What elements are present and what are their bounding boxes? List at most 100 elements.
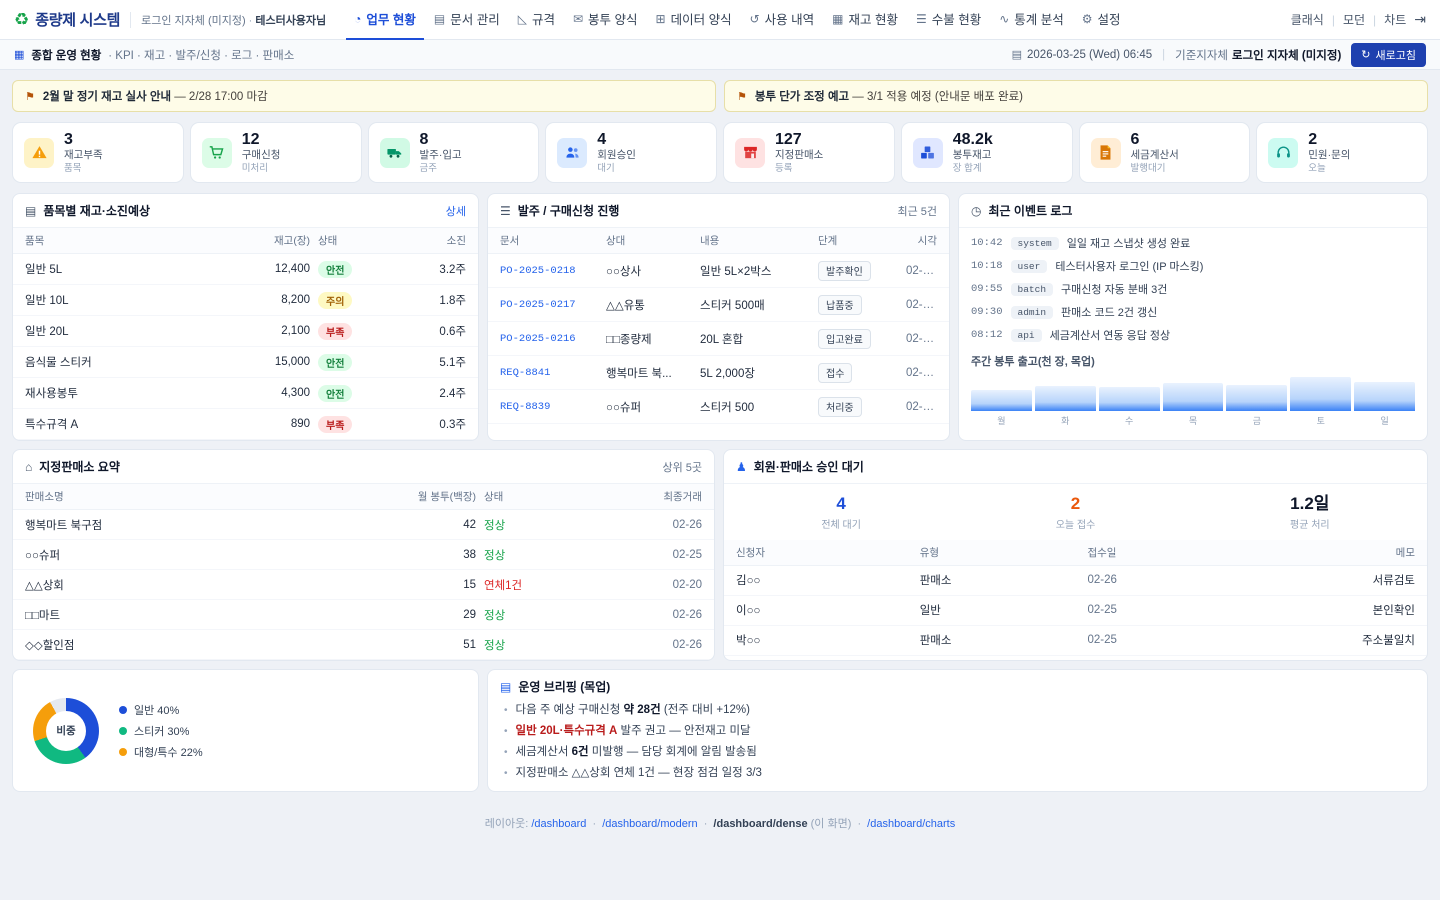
top-navigation-bar: ♻ 종량제 시스템 로그인 지자체 (미지정)·테스터사용자님 ◔ 업무 현황 … <box>0 0 1440 40</box>
nav-item-statistics[interactable]: ∿ 통계 분석 <box>991 0 1072 40</box>
members-icon: ♟ <box>736 460 747 474</box>
nav-label: 업무 현황 <box>366 9 415 28</box>
item-qty: 12,400 <box>230 263 310 275</box>
kpi-card-purchase-requests: 12 구매신청 미처리 <box>190 122 362 183</box>
item-name: 특수규격 A <box>25 416 222 432</box>
kpi-card-designated-sellers: 127 지정판매소 등록 <box>723 122 895 183</box>
footer-link-modern[interactable]: /dashboard/modern <box>602 818 697 830</box>
panel-title: 품목별 재고·소진예상 <box>43 202 150 219</box>
order-desc: 스티커 500매 <box>700 297 810 313</box>
kpi-card-tax-invoices: 6 세금계산서 발행대기 <box>1079 122 1251 183</box>
document-link[interactable]: REQ-8839 <box>500 401 550 413</box>
applicant-date: 02-26 <box>1087 574 1247 586</box>
footer-link-dashboard[interactable]: /dashboard <box>531 818 586 830</box>
clock-icon: ◷ <box>971 204 981 218</box>
item-qty: 8,200 <box>230 294 310 306</box>
seller-last: 02-26 <box>607 519 702 531</box>
stage-badge: 납품중 <box>818 295 862 315</box>
seller-monthly: 15 <box>361 579 476 591</box>
seller-last: 02-25 <box>607 549 702 561</box>
legend-dot <box>119 748 127 756</box>
kpi-sublabel: 장 합계 <box>953 163 993 175</box>
refresh-button[interactable]: ↻ 새로고침 <box>1351 43 1426 67</box>
notice-price-change: ⚑ 봉투 단가 조정 예고 — 3/1 적용 예정 (안내문 배포 완료) <box>724 80 1428 112</box>
col-header-stage: 단계 <box>818 233 898 248</box>
kpi-value: 6 <box>1131 131 1179 149</box>
party-name: □□종량제 <box>606 331 692 347</box>
log-message: 구매신청 자동 분배 3건 <box>1061 281 1167 297</box>
log-entry: 08:12 api 세금계산서 연동 응답 정상 <box>971 327 1415 343</box>
clipboard-icon: ▤ <box>25 204 36 218</box>
megaphone-icon: ⚑ <box>25 90 35 103</box>
gauge-icon: ◔ <box>354 12 361 26</box>
basis-authority: 기준지자체로그인 지자체 (미지정) <box>1175 47 1341 63</box>
document-link[interactable]: PO-2025-0217 <box>500 299 576 311</box>
status-badge: 안전 <box>318 354 352 371</box>
item-name: 일반 20L <box>25 323 222 339</box>
nav-label: 수불 현황 <box>932 9 981 28</box>
nav-item-documents[interactable]: ▤ 문서 관리 <box>426 0 508 40</box>
view-link-modern[interactable]: 모던 <box>1343 11 1365 28</box>
nav-item-settings[interactable]: ⚙ 설정 <box>1074 0 1129 40</box>
log-source-badge: system <box>1011 237 1059 250</box>
footer-link-charts[interactable]: /dashboard/charts <box>867 818 955 830</box>
kpi-sublabel: 발행대기 <box>1131 163 1179 175</box>
table-row: PO-2025-0218 ○○상사 일반 5L×2박스 발주확인 02-26 1… <box>488 254 949 288</box>
kpi-value: 8 <box>420 131 462 149</box>
seller-status: 정상 <box>484 517 599 533</box>
col-header-depletion: 소진 <box>411 233 466 248</box>
log-message: 일일 재고 스냅샷 생성 완료 <box>1067 235 1191 251</box>
kpi-value: 127 <box>775 131 823 149</box>
nav-item-usage-history[interactable]: ↺ 사용 내역 <box>742 0 823 40</box>
document-link[interactable]: REQ-8841 <box>500 367 550 379</box>
kpi-label: 세금계산서 <box>1131 149 1179 162</box>
item-name: 일반 5L <box>25 261 222 277</box>
footer-link-dense[interactable]: /dashboard/dense <box>713 818 807 830</box>
table-row: 일반 5L 12,400 안전 3.2주 <box>13 254 478 285</box>
log-message: 테스터사용자 로그인 (IP 마스킹) <box>1055 258 1203 274</box>
table-icon: ⊞ <box>656 12 666 26</box>
notice-detail: — 3/1 적용 예정 (안내문 배포 완료) <box>849 91 1023 103</box>
briefing-text: 발주 권고 — 안전재고 미달 <box>617 725 750 737</box>
col-header-memo: 메모 <box>1255 545 1415 560</box>
seller-name: ◇◇할인점 <box>25 637 353 653</box>
footer-label: 레이아웃: <box>485 818 529 830</box>
order-time: 02-26 10:20 <box>906 265 937 277</box>
nav-item-dashboard[interactable]: ◔ 업무 현황 <box>346 0 424 40</box>
item-weeks: 2.4주 <box>411 385 466 401</box>
kpi-label: 발주·입고 <box>420 149 462 162</box>
item-weeks: 0.6주 <box>411 323 466 339</box>
col-header-party: 상대 <box>606 233 692 248</box>
nav-item-data-forms[interactable]: ⊞ 데이터 양식 <box>648 0 740 40</box>
table-header: 판매소명 월 봉투(백장) 상태 최종거래 <box>13 484 714 510</box>
mix-donut-chart: 비중 <box>33 698 99 764</box>
divider <box>130 12 131 28</box>
logout-icon[interactable]: ⇥ <box>1414 11 1426 28</box>
document-link[interactable]: PO-2025-0216 <box>500 333 576 345</box>
nav-item-specs[interactable]: ◺ 규격 <box>510 0 563 40</box>
bar-axis-label: 월 <box>971 414 1032 427</box>
kpi-value: 3 <box>64 131 103 149</box>
item-weeks: 3.2주 <box>411 261 466 277</box>
view-link-chart[interactable]: 차트 <box>1384 11 1406 28</box>
members-icon <box>557 138 587 168</box>
order-desc: 20L 혼합 <box>700 331 810 347</box>
stat-label: 전체 대기 <box>724 516 958 531</box>
view-link-classic[interactable]: 클래식 <box>1291 11 1324 28</box>
status-badge: 주의 <box>318 292 352 309</box>
nav-label: 사용 내역 <box>765 9 814 28</box>
detail-link[interactable]: 상세 <box>446 203 466 219</box>
table-row: PO-2025-0217 △△유통 스티커 500매 납품중 02-26 09:… <box>488 288 949 322</box>
nav-item-ledger[interactable]: ☰ 수불 현황 <box>908 0 989 40</box>
status-badge: 부족 <box>318 416 352 433</box>
panel-event-log: ◷ 최근 이벤트 로그 10:42 system 일일 재고 스냅샷 생성 완료… <box>958 193 1428 441</box>
nav-item-bag-forms[interactable]: ✉ 봉투 양식 <box>565 0 646 40</box>
notice-inventory-audit: ⚑ 2월 말 정기 재고 실사 안내 — 2/28 17:00 마감 <box>12 80 716 112</box>
log-source-badge: api <box>1011 329 1042 342</box>
notice-title: 2월 말 정기 재고 실사 안내 <box>43 91 171 103</box>
panel-title: 지정판매소 요약 <box>39 458 120 475</box>
document-link[interactable]: PO-2025-0218 <box>500 265 576 277</box>
kpi-row: 3 재고부족 품목 12 구매신청 미처리 8 발주·입고 금주 4 회원승인 … <box>0 112 1440 183</box>
username: 테스터사용자님 <box>255 15 326 27</box>
nav-item-inventory[interactable]: ▦ 재고 현황 <box>824 0 906 40</box>
